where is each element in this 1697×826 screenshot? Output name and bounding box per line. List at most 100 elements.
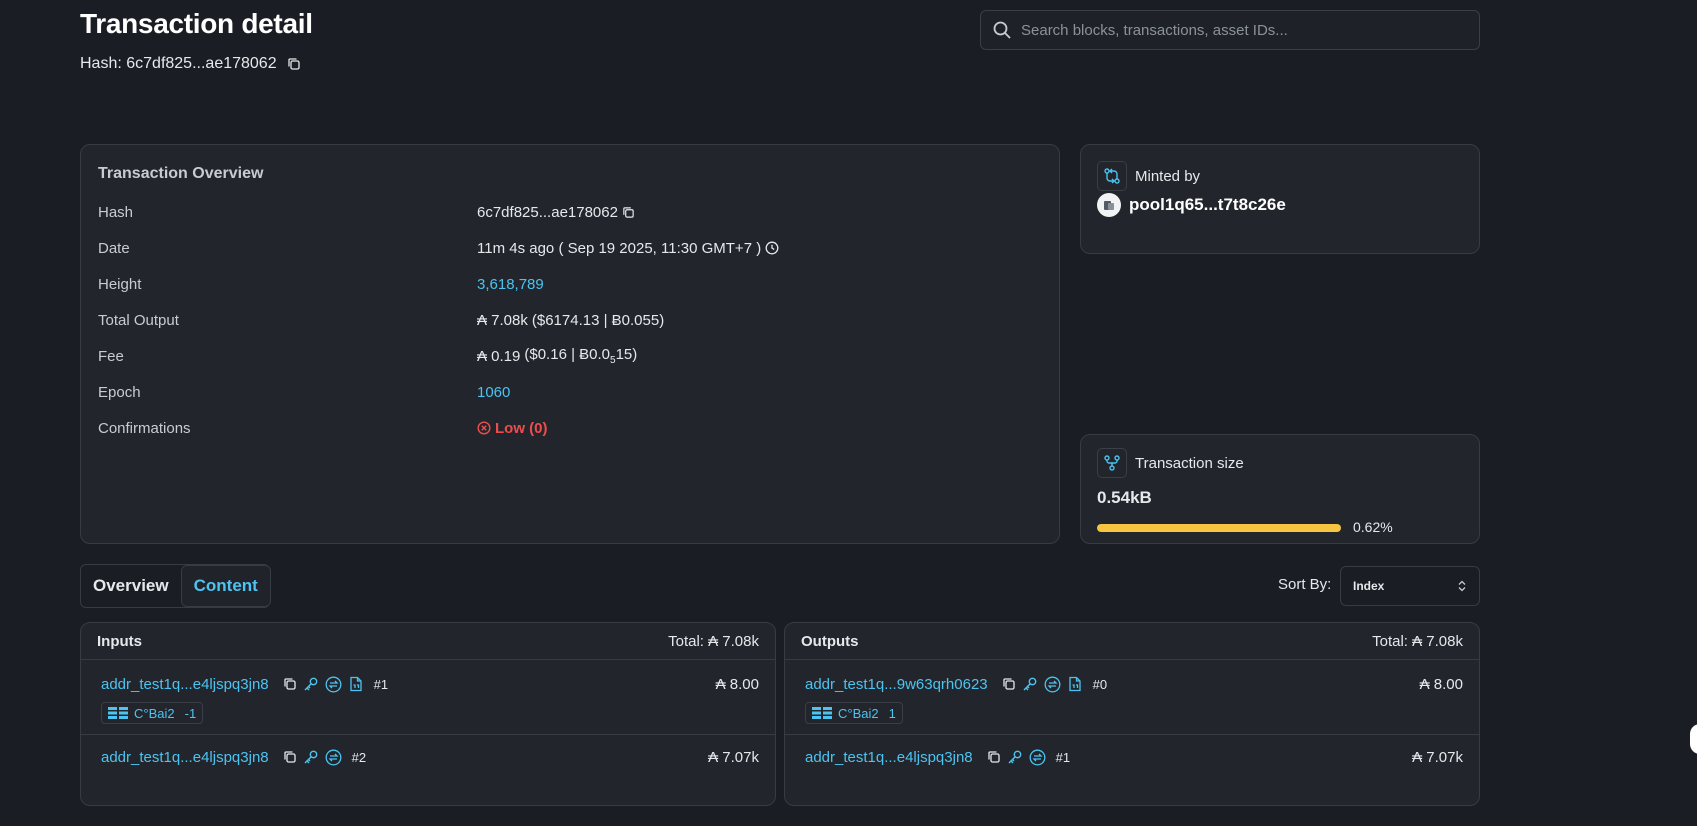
- inputs-header: Inputs Total: ₳ 7.08k: [81, 623, 775, 660]
- fee-fiat-pre: ($0.16 | Ƀ0.0: [524, 346, 610, 363]
- overview-label: Fee: [98, 347, 124, 365]
- key-icon[interactable]: [1022, 676, 1038, 692]
- size-percent: 0.62%: [1353, 519, 1393, 535]
- input-address-link[interactable]: addr_test1q...e4ljspq3jn8: [101, 676, 269, 693]
- output-address-link[interactable]: addr_test1q...e4ljspq3jn8: [805, 749, 973, 766]
- overview-label: Confirmations: [98, 419, 191, 437]
- token-badge[interactable]: C°Bai2 -1: [101, 702, 204, 724]
- overview-row-epoch: Epoch 1060: [98, 380, 1038, 404]
- outputs-header: Outputs Total: ₳ 7.08k: [785, 623, 1479, 660]
- clock-icon: [765, 241, 779, 255]
- overview-row-hash: Hash 6c7df825...ae178062: [98, 200, 1038, 224]
- inputs-total: Total: ₳ 7.08k: [668, 632, 759, 650]
- transaction-size-value: 0.54kB: [1097, 488, 1152, 507]
- token-name: C°Bai2: [134, 705, 175, 721]
- inputs-card: Inputs Total: ₳ 7.08k addr_test1q...e4lj…: [80, 622, 776, 806]
- tab-bar: Overview Content: [80, 564, 271, 608]
- outputs-title: Outputs: [801, 632, 859, 650]
- token-qty: -1: [184, 705, 197, 721]
- chevron-updown-icon: [1457, 580, 1467, 592]
- fee-fiat-post: 15): [615, 346, 638, 363]
- overview-label: Epoch: [98, 383, 141, 401]
- fee-fiat: ($0.16 | Ƀ0.0515): [524, 346, 637, 366]
- script-file-icon[interactable]: [1067, 676, 1083, 692]
- total-output-value: ₳ 7.08k: [477, 311, 528, 329]
- page-title: Transaction detail: [80, 8, 313, 39]
- input-amount: ₳ 7.07k: [708, 748, 759, 766]
- exchange-icon[interactable]: [1029, 749, 1046, 766]
- output-index: #0: [1092, 676, 1108, 692]
- minted-by-card: Minted by pool1q65...t7t8c26e: [1080, 144, 1480, 254]
- total-output-fiat: ($6174.13 | Ƀ0.055): [531, 311, 665, 329]
- fork-icon: [1097, 448, 1127, 478]
- error-circle-icon: [477, 421, 491, 435]
- overview-title: Transaction Overview: [98, 165, 264, 182]
- overview-label: Date: [98, 239, 130, 257]
- input-index: #2: [351, 749, 367, 765]
- output-amount: ₳ 7.07k: [1412, 748, 1463, 766]
- overview-row-total-output: Total Output ₳ 7.08k ($6174.13 | Ƀ0.055): [98, 308, 1038, 332]
- output-amount: ₳ 8.00: [1419, 675, 1463, 693]
- copy-icon[interactable]: [283, 677, 297, 691]
- copy-icon[interactable]: [283, 750, 297, 764]
- copy-icon[interactable]: [622, 206, 635, 219]
- key-icon[interactable]: [303, 676, 319, 692]
- key-icon[interactable]: [1007, 749, 1023, 765]
- inputs-title: Inputs: [97, 632, 142, 650]
- token-name: C°Bai2: [838, 705, 879, 721]
- input-address-link[interactable]: addr_test1q...e4ljspq3jn8: [101, 749, 269, 766]
- swap-icon: [1097, 161, 1127, 191]
- overview-label: Height: [98, 275, 142, 293]
- input-index: #1: [373, 676, 389, 692]
- exchange-icon[interactable]: [1044, 676, 1061, 693]
- confirmations-status: Low (0): [495, 419, 548, 437]
- header-hash-text: Hash: 6c7df825...ae178062: [80, 55, 277, 72]
- key-icon[interactable]: [303, 749, 319, 765]
- side-widget-button[interactable]: [1690, 724, 1697, 754]
- search-input[interactable]: [1021, 21, 1461, 39]
- row-divider: [785, 734, 1479, 735]
- output-index: #1: [1055, 749, 1071, 765]
- input-row: addr_test1q...e4ljspq3jn8 #2 ₳ 7.07k: [81, 745, 775, 769]
- pool-avatar: [1097, 193, 1121, 217]
- search-bar[interactable]: [980, 10, 1480, 50]
- overview-hash-value: 6c7df825...ae178062: [477, 203, 618, 221]
- block-height-link[interactable]: 3,618,789: [477, 276, 544, 293]
- outputs-card: Outputs Total: ₳ 7.08k addr_test1q...9w6…: [784, 622, 1480, 806]
- script-file-icon[interactable]: [348, 676, 364, 692]
- output-address-link[interactable]: addr_test1q...9w63qrh0623: [805, 676, 988, 693]
- epoch-link[interactable]: 1060: [477, 384, 510, 401]
- tab-content[interactable]: Content: [180, 565, 271, 607]
- input-row: addr_test1q...e4ljspq3jn8 #1 ₳ 8.00 C°Ba…: [81, 672, 775, 725]
- exchange-icon[interactable]: [325, 749, 342, 766]
- exchange-icon[interactable]: [325, 676, 342, 693]
- transaction-size-card: Transaction size 0.54kB 0.62%: [1080, 434, 1480, 544]
- sort-label: Sort By:: [1278, 576, 1332, 593]
- overview-label: Hash: [98, 203, 134, 221]
- overview-label: Total Output: [98, 311, 179, 329]
- minted-by-label: Minted by: [1135, 167, 1201, 185]
- transaction-size-label: Transaction size: [1135, 454, 1244, 472]
- overview-row-fee: Fee ₳ 0.19 ($0.16 | Ƀ0.0515): [98, 344, 1038, 368]
- overview-date-value: 11m 4s ago ( Sep 19 2025, 11:30 GMT+7 ): [477, 239, 762, 257]
- sort-value: Index: [1353, 579, 1385, 593]
- copy-icon[interactable]: [1002, 677, 1016, 691]
- header-hash: Hash: 6c7df825...ae178062: [80, 55, 301, 73]
- fee-value: ₳ 0.19: [477, 347, 521, 365]
- overview-row-date: Date 11m 4s ago ( Sep 19 2025, 11:30 GMT…: [98, 236, 1038, 260]
- tab-overview[interactable]: Overview: [81, 565, 181, 607]
- token-badge[interactable]: C°Bai2 1: [805, 702, 903, 724]
- token-qty: 1: [888, 705, 896, 721]
- search-icon: [993, 21, 1011, 39]
- token-icon: [108, 706, 130, 720]
- copy-icon[interactable]: [987, 750, 1001, 764]
- output-row: addr_test1q...e4ljspq3jn8 #1 ₳ 7.07k: [785, 745, 1479, 769]
- overview-row-confirmations: Confirmations Low (0): [98, 416, 1038, 440]
- copy-icon[interactable]: [287, 57, 301, 71]
- output-row: addr_test1q...9w63qrh0623 #0 ₳ 8.00 C°Ba…: [785, 672, 1479, 725]
- sort-select[interactable]: Index: [1340, 566, 1480, 606]
- pool-link[interactable]: pool1q65...t7t8c26e: [1129, 195, 1286, 215]
- transaction-overview-card: Transaction Overview Hash 6c7df825...ae1…: [80, 144, 1060, 544]
- row-divider: [81, 734, 775, 735]
- input-amount: ₳ 8.00: [715, 675, 759, 693]
